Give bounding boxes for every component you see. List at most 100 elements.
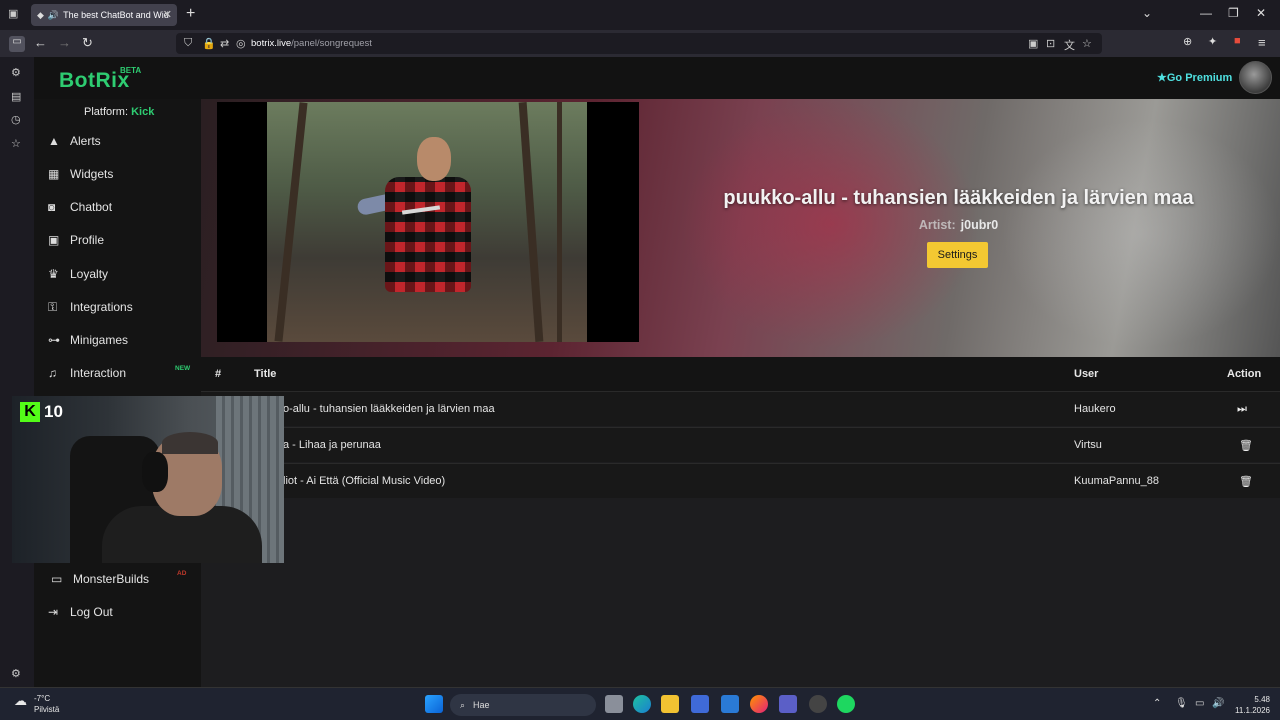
avatar[interactable]: [1239, 61, 1272, 94]
trash-icon[interactable]: 🗑: [1239, 475, 1253, 488]
lock-icon[interactable]: 🔒: [202, 37, 216, 50]
table-row: a - Lihaa ja perunaa Virtsu 🗑: [201, 427, 1280, 462]
sidebar-item-label: Loyalty: [70, 267, 109, 281]
sidebar-item-alerts[interactable]: ▲ Alerts: [48, 131, 198, 151]
platform-value: Kick: [131, 106, 155, 118]
clock-time: 5.48: [1254, 695, 1270, 704]
video-person-body: [385, 177, 471, 292]
close-window-button[interactable]: ✕: [1256, 6, 1266, 20]
bookmark-star-icon[interactable]: ☆: [1082, 37, 1092, 50]
translate-icon[interactable]: 文: [1064, 37, 1075, 53]
beta-badge: BETA: [120, 66, 142, 75]
sidebar-item-minigames[interactable]: ⊶ Minigames: [48, 330, 198, 350]
platform-label: Platform:: [84, 106, 129, 118]
url-bar[interactable]: ⛉ 🔒 ⇄ ◎ botrix.live/panel/songrequest ▣ …: [176, 33, 1102, 54]
addon-badge-icon[interactable]: ■: [1234, 35, 1241, 47]
headset: [142, 452, 168, 492]
sound-icon[interactable]: 🔊: [48, 10, 59, 21]
system-clock[interactable]: 5.48 11.1.2026: [1235, 694, 1270, 716]
row-title: a - Lihaa ja perunaa: [283, 439, 381, 451]
col-number: #: [215, 368, 222, 380]
site-info-icon[interactable]: ◎: [236, 37, 246, 50]
spotify-icon[interactable]: [837, 695, 855, 713]
reload-button[interactable]: ↻: [82, 35, 93, 51]
col-user: User: [1074, 368, 1099, 380]
sidebar-item-profile[interactable]: ▣ Profile: [48, 230, 198, 250]
favicon-icon: ◆: [37, 9, 44, 20]
now-playing-artist: Artist: j0ubr0: [641, 218, 1276, 232]
teams-icon[interactable]: [779, 695, 797, 713]
trash-icon[interactable]: 🗑: [1239, 439, 1253, 452]
save-icon[interactable]: ⊡: [1046, 37, 1055, 50]
sidebar-item-widgets[interactable]: ▦ Widgets: [48, 164, 198, 184]
shield-icon[interactable]: ⛉: [184, 37, 192, 50]
pip-icon[interactable]: ▣: [1028, 37, 1038, 50]
permissions-icon[interactable]: ⇄: [220, 37, 229, 50]
task-view-icon[interactable]: [605, 695, 623, 713]
menu-icon[interactable]: ≡: [1258, 35, 1266, 50]
extensions-icon[interactable]: ✦: [1208, 35, 1217, 48]
network-icon[interactable]: ▭: [1195, 698, 1204, 709]
sidebar-item-label: Alerts: [70, 134, 101, 148]
file-explorer-icon[interactable]: [661, 695, 679, 713]
sidebar-item-logout[interactable]: ⇥ Log Out: [48, 602, 198, 622]
tree-trunk: [274, 102, 308, 342]
search-placeholder: Hae: [473, 700, 490, 710]
robot-icon: ◙: [48, 200, 56, 214]
weather-widget[interactable]: ☁ -7°C Pilvistä: [14, 693, 59, 715]
volume-icon[interactable]: 🔊: [1212, 698, 1224, 709]
mail-icon[interactable]: [721, 695, 739, 713]
browser-tab[interactable]: ◆ 🔊 The best ChatBot and Wid ✕: [31, 4, 177, 26]
table-header: # Title User Action: [201, 357, 1280, 391]
skip-icon[interactable]: ⏭: [1237, 403, 1247, 416]
star-icon: ★: [1157, 72, 1167, 84]
webcam-person-hair: [162, 432, 218, 454]
url-path: /panel/songrequest: [291, 38, 372, 49]
obs-icon[interactable]: [809, 695, 827, 713]
sidebar-item-integrations[interactable]: ⚿ Integrations: [48, 297, 198, 317]
store-icon[interactable]: [691, 695, 709, 713]
tab-list-icon[interactable]: ▣: [8, 7, 18, 20]
customize-gear-icon[interactable]: ⚙: [11, 667, 21, 680]
edge-icon[interactable]: [633, 695, 651, 713]
sidebar-item-chatbot[interactable]: ◙ Chatbot: [48, 197, 198, 217]
browser-nav-bar: ▭ ← → ↻ ⛉ 🔒 ⇄ ◎ botrix.live/panel/songre…: [0, 30, 1280, 57]
bookmarks-star-icon[interactable]: ☆: [11, 137, 21, 150]
sidebar-item-label: Widgets: [70, 167, 114, 181]
tree-trunk: [557, 102, 562, 342]
artist-label: Artist:: [918, 218, 956, 232]
minimize-button[interactable]: —: [1200, 6, 1212, 20]
restore-button[interactable]: ❐: [1228, 6, 1239, 20]
search-icon: ⌕: [460, 699, 466, 710]
settings-button[interactable]: Settings: [927, 242, 988, 268]
back-button[interactable]: ←: [34, 35, 47, 50]
microphone-icon[interactable]: 🎙: [1175, 698, 1188, 709]
close-tab-icon[interactable]: ✕: [163, 8, 172, 21]
history-icon[interactable]: ◷: [11, 113, 21, 126]
firefox-icon[interactable]: [750, 695, 768, 713]
new-tab-button[interactable]: +: [186, 5, 195, 23]
browser-tab-bar: ▣ ◆ 🔊 The best ChatBot and Wid ✕ + ⌄ — ❐…: [0, 0, 1280, 30]
chevron-down-icon[interactable]: ⌄: [1142, 6, 1152, 20]
forward-button[interactable]: →: [58, 35, 71, 50]
go-premium-button[interactable]: ★Go Premium: [1157, 71, 1232, 84]
tray-chevron-icon[interactable]: ⌃: [1153, 698, 1161, 709]
synced-tabs-icon[interactable]: ▤: [11, 90, 21, 103]
sidebar-item-loyalty[interactable]: ♛ Loyalty: [48, 264, 198, 284]
col-title: Title: [254, 368, 277, 380]
background-blur: [1001, 119, 1280, 349]
sidebar-toggle-icon[interactable]: ▭: [9, 36, 25, 52]
table-row: o-allu - tuhansien lääkkeiden ja lärvien…: [201, 391, 1280, 426]
video-player[interactable]: [217, 102, 639, 342]
account-icon[interactable]: ⊕: [1183, 35, 1192, 48]
sidebar-item-label: Minigames: [70, 333, 129, 347]
clock-date: 11.1.2026: [1235, 706, 1270, 715]
cloud-icon: ☁: [14, 693, 27, 708]
id-card-icon: ▣: [48, 233, 60, 247]
ai-chat-icon[interactable]: ⚙: [11, 66, 21, 79]
windows-start-icon[interactable]: [425, 695, 443, 713]
taskbar-search[interactable]: ⌕ Hae: [450, 694, 596, 716]
webcam-overlay: K 10: [12, 396, 284, 563]
browser-sidebar: ⚙ ▤ ◷ ☆ ⚙: [0, 57, 34, 687]
taskbar: ☁ -7°C Pilvistä ⌕ Hae ⌃ 🎙 ▭ 🔊 5.48 11.1.2…: [0, 687, 1280, 720]
